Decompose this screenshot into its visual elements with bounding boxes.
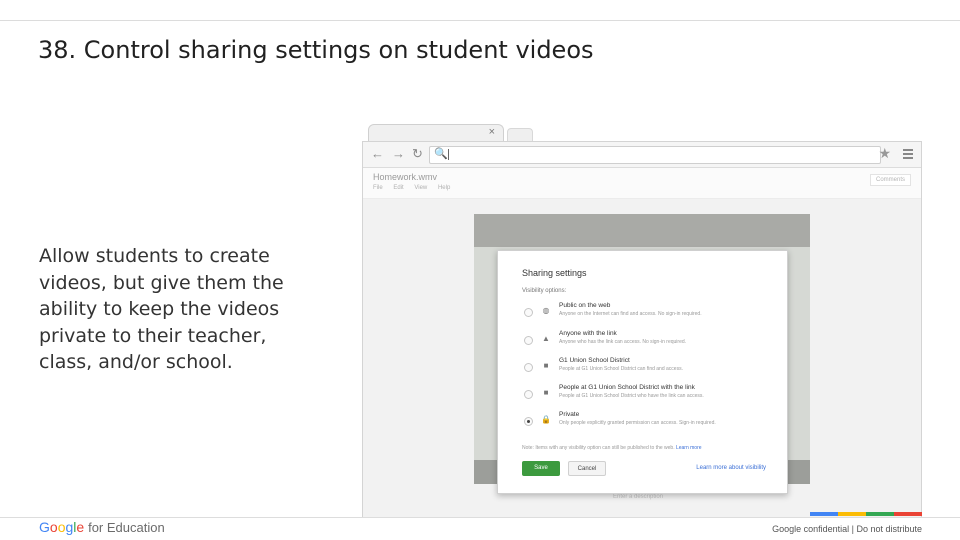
- option-description: Anyone who has the link can access. No s…: [559, 339, 687, 345]
- tab-close-icon[interactable]: ×: [489, 126, 495, 138]
- brand-yellow: [838, 512, 866, 516]
- building-link-icon: ■: [543, 388, 549, 397]
- address-bar[interactable]: 🔍: [429, 146, 881, 164]
- menu-icon[interactable]: [903, 149, 913, 159]
- top-divider: [0, 20, 960, 21]
- radio-anyone-link[interactable]: [524, 336, 533, 345]
- video-top-bar: [474, 214, 810, 247]
- slide-title: 38. Control sharing settings on student …: [38, 36, 594, 64]
- text-cursor: [448, 149, 449, 160]
- reload-icon[interactable]: ↻: [412, 146, 423, 162]
- search-icon: 🔍: [434, 148, 448, 160]
- option-label: Public on the web: [559, 302, 611, 309]
- note-text: Note: Items with any visibility option c…: [522, 445, 675, 451]
- option-description: Anyone on the Internet can find and acce…: [559, 311, 702, 317]
- document-menu: File Edit View Help: [373, 185, 459, 191]
- forward-arrow-icon[interactable]: →: [392, 146, 405, 161]
- back-arrow-icon[interactable]: ←: [371, 146, 384, 161]
- note-learn-more-link[interactable]: Learn more: [676, 445, 702, 451]
- menu-view[interactable]: View: [414, 185, 427, 191]
- logo-letter: G: [39, 519, 50, 535]
- comments-button[interactable]: Comments: [869, 174, 911, 186]
- save-button[interactable]: Save: [522, 461, 560, 476]
- visibility-option-private[interactable]: 🔒 Private Only people explicitly granted…: [522, 411, 782, 435]
- logo-letter: o: [49, 519, 58, 535]
- brand-red: [894, 512, 922, 516]
- option-label: People at G1 Union School District with …: [559, 384, 695, 391]
- menu-edit[interactable]: Edit: [393, 185, 403, 191]
- brand-color-bar: [810, 512, 922, 516]
- option-label: Anyone with the link: [559, 330, 617, 337]
- radio-public[interactable]: [524, 308, 533, 317]
- google-wordmark: Google: [39, 519, 84, 535]
- option-description: Only people explicitly granted permissio…: [559, 420, 716, 426]
- radio-private[interactable]: [524, 417, 533, 426]
- visibility-options-label: Visibility options:: [522, 288, 567, 294]
- visibility-option-public[interactable]: ◍ Public on the web Anyone on the Intern…: [522, 302, 782, 326]
- logo-letter: e: [76, 519, 85, 535]
- dialog-note: Note: Items with any visibility option c…: [522, 445, 702, 451]
- radio-domain[interactable]: [524, 363, 533, 372]
- document-header: Homework.wmv File Edit View Help Comment…: [363, 168, 921, 199]
- star-icon[interactable]: ★: [878, 145, 891, 162]
- confidential-notice: Google confidential | Do not distribute: [772, 524, 922, 534]
- menu-help[interactable]: Help: [438, 185, 450, 191]
- slide-body-text: Allow students to create videos, but giv…: [39, 245, 284, 373]
- logo-suffix: for Education: [88, 520, 165, 535]
- learn-more-visibility-link[interactable]: Learn more about visibility: [696, 465, 766, 471]
- brand-blue: [810, 512, 838, 516]
- sharing-settings-dialog: Sharing settings Visibility options: ◍ P…: [497, 250, 788, 494]
- cancel-button[interactable]: Cancel: [568, 461, 606, 476]
- radio-domain-link[interactable]: [524, 390, 533, 399]
- globe-icon: ◍: [542, 306, 550, 315]
- option-description: People at G1 Union School District who h…: [559, 393, 704, 399]
- option-label: G1 Union School District: [559, 357, 630, 364]
- option-description: People at G1 Union School District can f…: [559, 366, 683, 372]
- option-label: Private: [559, 411, 580, 418]
- person-icon: ▲: [542, 334, 550, 343]
- google-for-education-logo: Google for Education: [39, 519, 165, 535]
- menu-file[interactable]: File: [373, 185, 383, 191]
- lock-icon: 🔒: [541, 415, 551, 424]
- building-icon: ■: [543, 361, 549, 370]
- visibility-option-domain-link[interactable]: ■ People at G1 Union School District wit…: [522, 384, 782, 408]
- brand-green: [866, 512, 894, 516]
- video-description-placeholder: Enter a description: [613, 494, 664, 500]
- bottom-divider: [0, 517, 960, 518]
- visibility-option-anyone-link[interactable]: ▲ Anyone with the link Anyone who has th…: [522, 330, 782, 354]
- dialog-title: Sharing settings: [522, 268, 587, 278]
- browser-toolbar: ← → ↻ 🔍 ★: [363, 142, 921, 168]
- visibility-option-domain[interactable]: ■ G1 Union School District People at G1 …: [522, 357, 782, 381]
- document-name: Homework.wmv: [373, 172, 438, 182]
